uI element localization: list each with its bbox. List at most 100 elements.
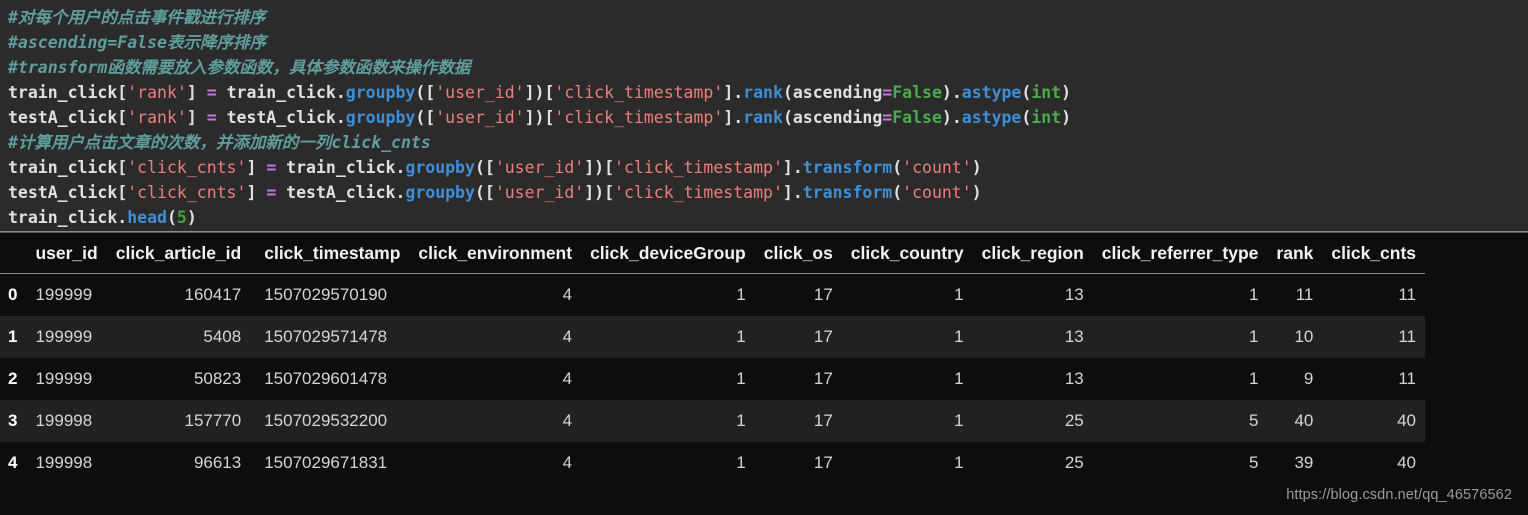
table-cell-click_region: 13 xyxy=(1064,369,1084,388)
code-token-plain: train_click. xyxy=(8,208,128,227)
table-cell-rank: 39 xyxy=(1294,453,1314,472)
table-cell-click_referrer_type: 1 xyxy=(1248,369,1259,388)
code-token-plain: ( xyxy=(1021,83,1032,102)
code-token-str: 'count' xyxy=(902,183,972,202)
code-token-comment: #对每个用户的点击事件戳进行排序 xyxy=(8,8,266,27)
table-cell-click_article_id: 96613 xyxy=(193,453,242,472)
code-token-str: 'click_timestamp' xyxy=(554,108,724,127)
code-token-op: = xyxy=(882,108,893,127)
table-cell-click_cnts: 40 xyxy=(1397,411,1417,430)
table-column-header-click_timestamp: click_timestamp xyxy=(250,233,410,274)
table-column-header-click_cnts: click_cnts xyxy=(1322,233,1426,274)
code-token-plain: ([ xyxy=(415,108,436,127)
code-token-comment: #transform函数需要放入参数函数，具体参数函数来操作数据 xyxy=(8,58,471,77)
code-token-fn: groupby xyxy=(405,158,475,177)
table-cell-click_os: 17 xyxy=(813,411,833,430)
table-cell-user_id: 199998 xyxy=(35,453,93,472)
table-cell-click_os: 17 xyxy=(813,327,833,346)
table-cell-rank: 11 xyxy=(1295,285,1314,304)
table-row-index: 4 xyxy=(8,453,18,472)
code-token-fn: groupby xyxy=(345,83,416,102)
table-cell-click_environment: 4 xyxy=(562,453,573,472)
table-cell-click_article_id: 160417 xyxy=(184,285,242,304)
code-token-kw: int xyxy=(1031,83,1062,102)
table-cell-click_timestamp: 1507029601478 xyxy=(264,369,388,388)
table-cell-user_id: 199998 xyxy=(35,411,93,430)
code-token-plain: ])[ xyxy=(524,83,555,102)
table-cell-click_os: 17 xyxy=(813,453,833,472)
table-cell-click_referrer_type: 1 xyxy=(1248,285,1259,304)
table-cell-user_id: 199999 xyxy=(35,369,93,388)
code-token-plain: ])[ xyxy=(584,158,615,177)
code-token-plain: (ascending xyxy=(782,83,883,102)
table-column-header-rank: rank xyxy=(1267,233,1323,274)
code-token-str: 'click_timestamp' xyxy=(554,83,724,102)
table-cell-click_timestamp: 1507029571478 xyxy=(264,327,388,346)
watermark-text: https://blog.csdn.net/qq_46576562 xyxy=(1286,487,1512,503)
code-token-plain: ) xyxy=(1061,83,1072,102)
table-cell-click_article_id: 50823 xyxy=(193,369,242,388)
table-cell-click_deviceGroup: 1 xyxy=(736,453,746,472)
code-token-fn: groupby xyxy=(345,108,416,127)
code-token-str: 'user_id' xyxy=(435,83,525,102)
code-line: train_click['rank'] = train_click.groupb… xyxy=(8,80,1528,105)
dataframe-output: user_id click_article_id click_timestamp cl… xyxy=(0,233,1528,515)
code-token-plain: ([ xyxy=(474,158,495,177)
code-token-str: 'rank' xyxy=(127,83,187,102)
table-cell-click_referrer_type: 1 xyxy=(1248,327,1259,346)
table-cell-click_timestamp: 1507029671831 xyxy=(264,453,388,472)
code-token-plain: ]. xyxy=(723,83,744,102)
table-column-header-click_region: click_region xyxy=(972,233,1093,274)
code-token-plain: testA_click. xyxy=(216,108,346,127)
code-token-plain: (ascending xyxy=(782,108,883,127)
table-cell-click_article_id: 157770 xyxy=(184,411,242,430)
code-token-fn: groupby xyxy=(405,183,475,202)
table-cell-click_country: 1 xyxy=(954,327,964,346)
table-row: 0 199999 160417 1507029570190 4 1 17 1 13 1 11 11 xyxy=(0,274,1425,317)
table-column-header-click_referrer_type: click_referrer_type xyxy=(1092,233,1268,274)
table-row-index: 3 xyxy=(8,411,18,430)
code-token-plain: ) xyxy=(1061,108,1072,127)
table-cell-click_timestamp: 1507029570190 xyxy=(264,285,388,304)
code-token-str: 'count' xyxy=(902,158,972,177)
dataframe-table: user_id click_article_id click_timestamp cl… xyxy=(0,233,1426,484)
code-token-plain: ( xyxy=(1021,108,1032,127)
code-token-op: = xyxy=(882,83,893,102)
code-token-plain: testA_click. xyxy=(276,183,406,202)
code-token-plain: ([ xyxy=(474,183,495,202)
table-cell-click_deviceGroup: 1 xyxy=(736,369,746,388)
table-cell-click_deviceGroup: 1 xyxy=(736,285,746,304)
code-token-comment: #计算用户点击文章的次数，并添加新的一列click_cnts xyxy=(8,133,431,152)
table-cell-click_cnts: 11 xyxy=(1398,285,1417,304)
code-token-plain: ) xyxy=(971,183,982,202)
table-cell-rank: 10 xyxy=(1294,327,1314,346)
code-token-plain: ])[ xyxy=(524,108,555,127)
code-token-plain: ] xyxy=(246,183,267,202)
table-row-index: 1 xyxy=(8,327,18,346)
code-line: #ascending=False表示降序排序 xyxy=(8,30,1528,55)
table-column-header-click_article_id: click_article_id xyxy=(106,233,251,274)
code-token-fn: astype xyxy=(961,108,1022,127)
table-row: 2 199999 50823 1507029601478 4 1 17 1 13 1 9 11 xyxy=(0,358,1425,400)
table-cell-user_id: 199999 xyxy=(35,285,93,304)
code-token-num: 5 xyxy=(176,208,187,227)
table-column-header-click_country: click_country xyxy=(841,233,973,274)
code-token-plain: testA_click[ xyxy=(8,183,128,202)
code-line: testA_click['click_cnts'] = testA_click.… xyxy=(8,180,1528,205)
code-token-fn: rank xyxy=(743,108,783,127)
table-cell-click_os: 17 xyxy=(813,285,833,304)
code-token-plain: ) xyxy=(186,208,197,227)
code-token-plain: ) xyxy=(971,158,982,177)
code-token-fn: transform xyxy=(802,183,893,202)
code-token-kw: False xyxy=(892,83,942,102)
code-line: testA_click['rank'] = testA_click.groupb… xyxy=(8,105,1528,130)
code-line: train_click.head(5) xyxy=(8,205,1528,230)
code-token-plain: ( xyxy=(892,183,903,202)
code-token-str: 'click_timestamp' xyxy=(614,158,783,177)
code-token-plain: ( xyxy=(892,158,903,177)
code-line: #对每个用户的点击事件戳进行排序 xyxy=(8,5,1528,30)
table-cell-rank: 9 xyxy=(1303,369,1314,388)
code-token-plain: ] xyxy=(186,108,207,127)
code-token-plain: ). xyxy=(941,108,962,127)
table-row: 1 199999 5408 1507029571478 4 1 17 1 13 1 10 11 xyxy=(0,316,1426,358)
